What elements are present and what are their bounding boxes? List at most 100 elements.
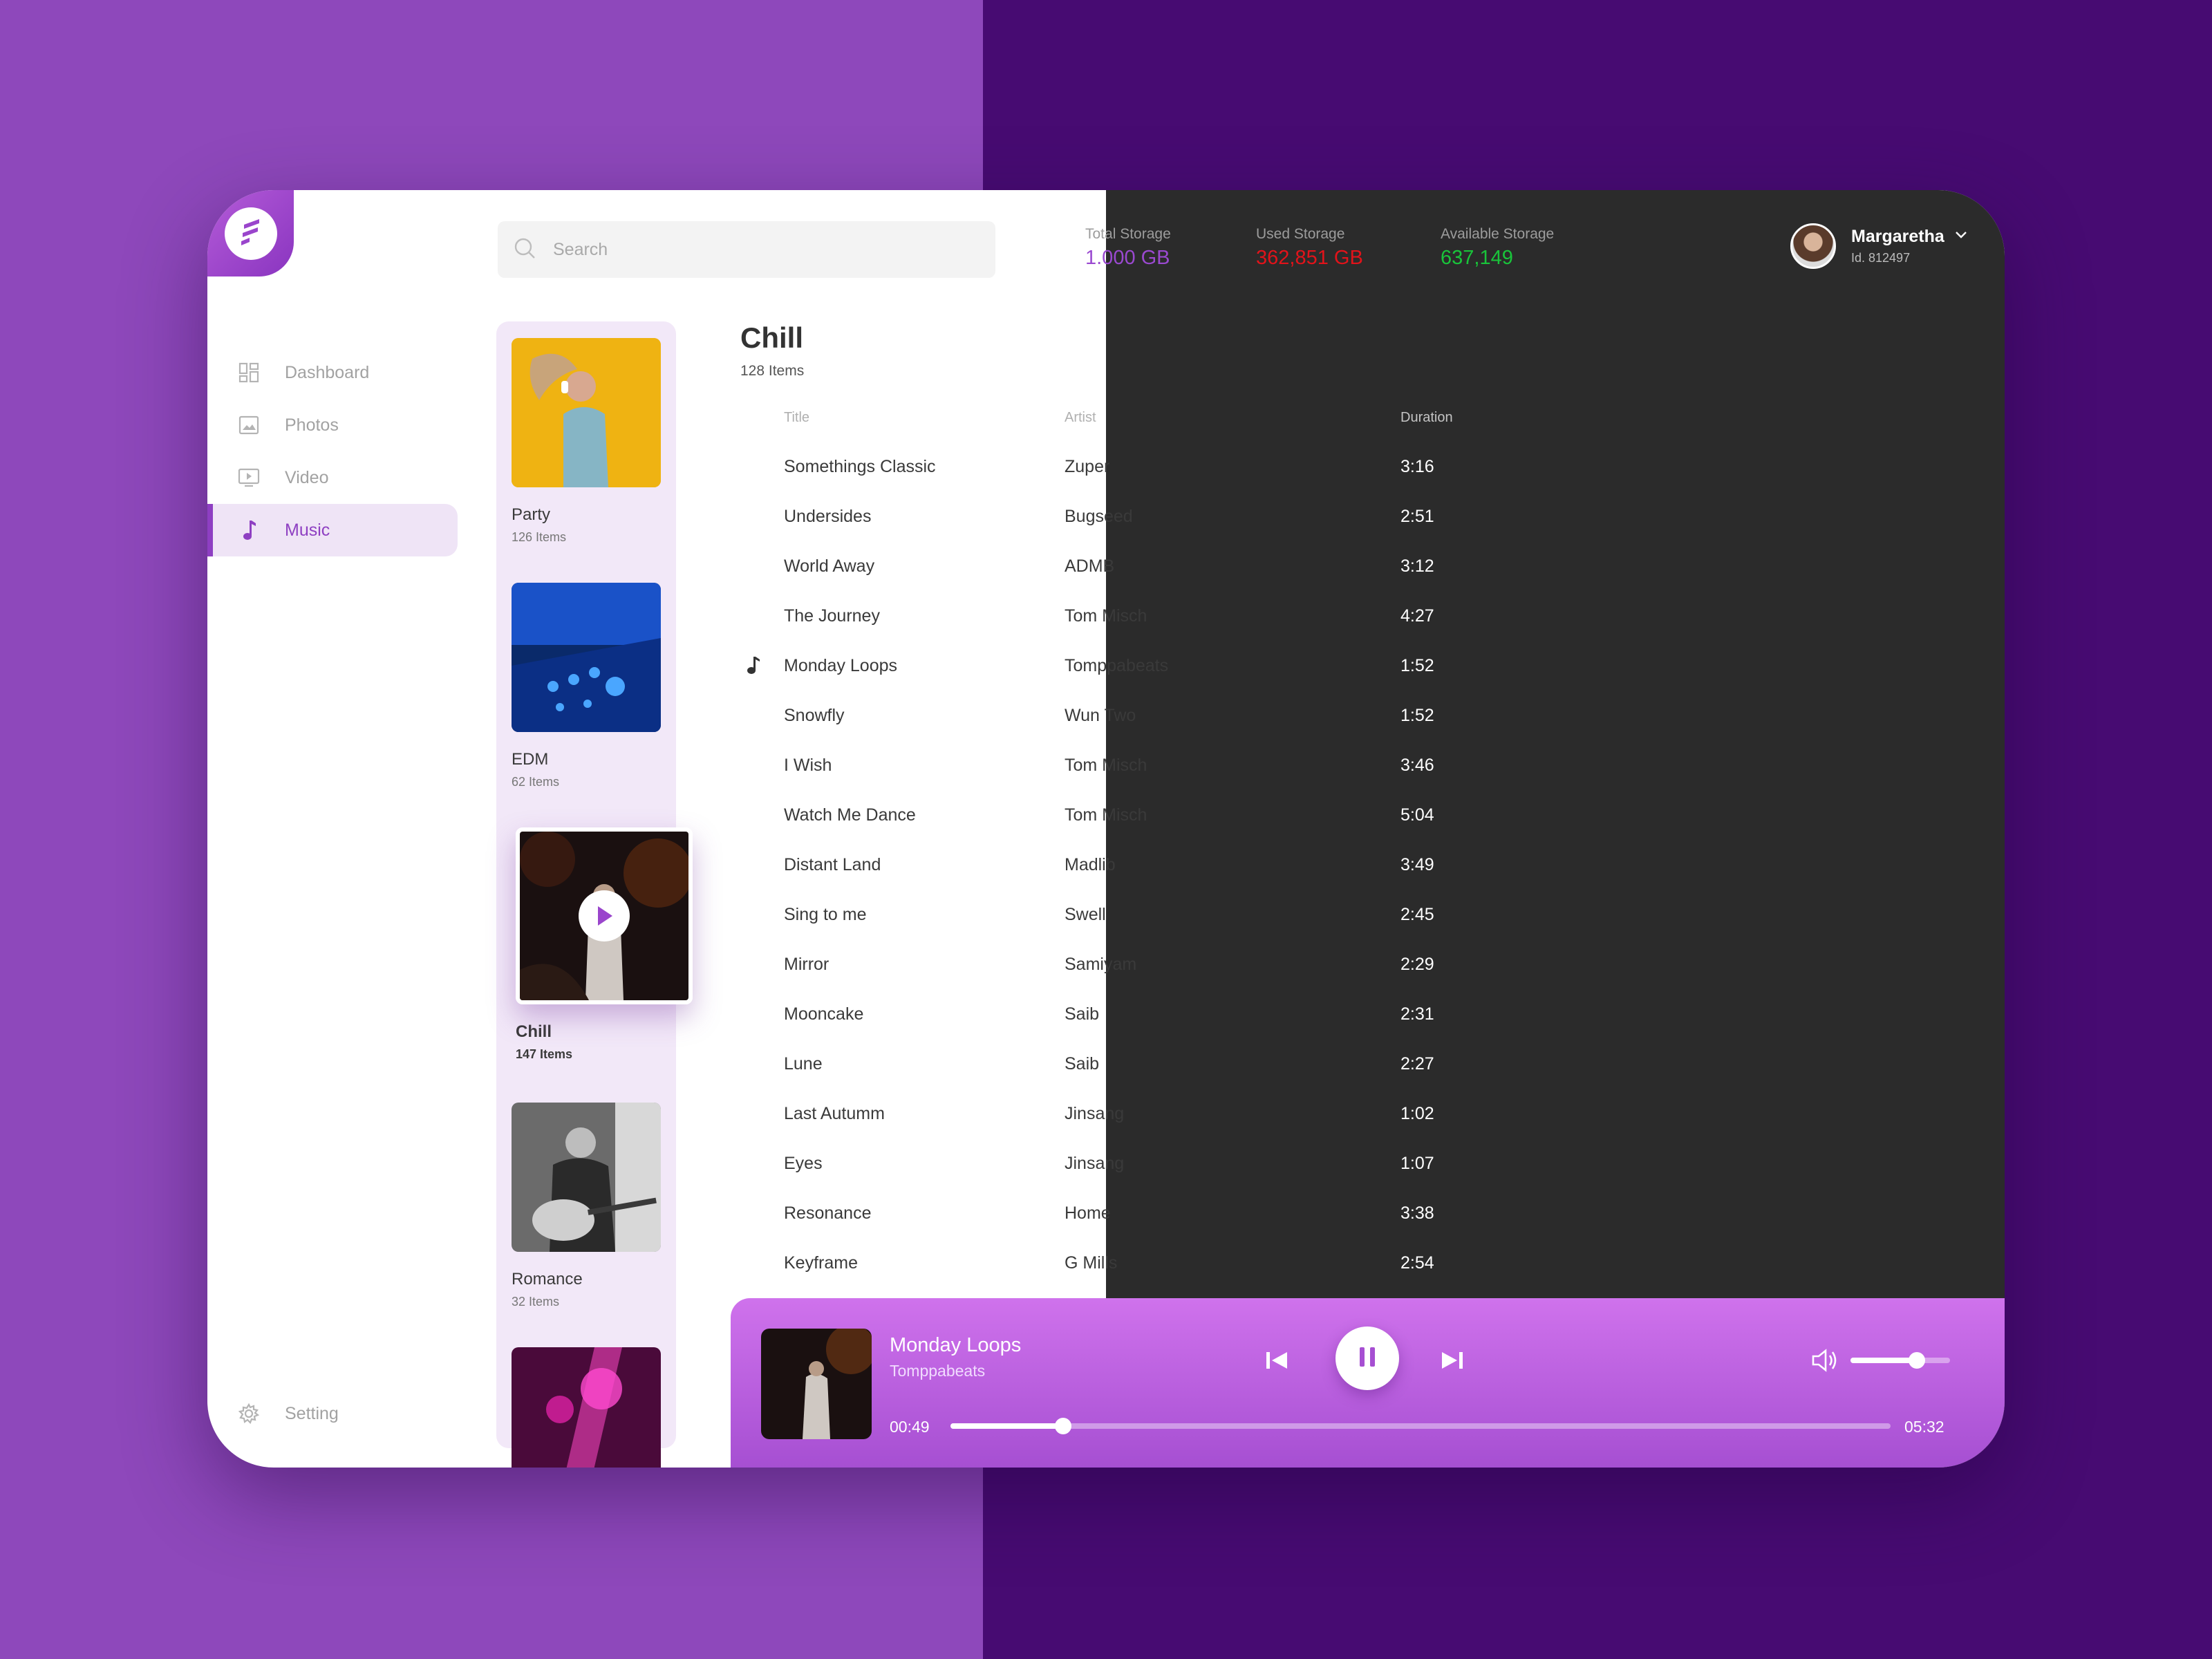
track-duration: 4:27 (1400, 606, 1434, 626)
track-title: I Wish (784, 756, 832, 775)
sidebar-item-setting[interactable]: Setting (207, 1393, 458, 1434)
sidebar-item-label: Photos (285, 415, 339, 435)
track-duration: 1:02 (1400, 1104, 1434, 1123)
track-title: Resonance (784, 1203, 872, 1223)
table-row[interactable]: I Wish Tom Misch 3:46 (740, 756, 1639, 805)
progress-handle[interactable] (1055, 1418, 1072, 1434)
next-track-icon[interactable] (1438, 1347, 1466, 1374)
table-row[interactable]: Undersides Bugseed 2:51 (740, 507, 1639, 556)
track-duration: 1:52 (1400, 706, 1434, 725)
track-artist: Saib (1065, 1004, 1100, 1024)
total-time: 05:32 (1904, 1418, 1944, 1436)
track-duration: 3:49 (1400, 855, 1434, 874)
available-storage-value: 637,149 (1441, 247, 1513, 269)
video-icon (238, 467, 260, 489)
track-title: Keyframe (784, 1253, 858, 1273)
track-artist: Saib (1065, 1054, 1100, 1074)
search-bar[interactable] (498, 221, 995, 278)
pause-button[interactable] (1335, 1327, 1399, 1390)
track-title: The Journey (784, 606, 880, 626)
setting-label: Setting (285, 1403, 339, 1423)
playlist-count: 32 Items (512, 1295, 560, 1309)
playlist-count: 126 Items (512, 530, 567, 544)
now-playing-icon (746, 655, 761, 679)
table-row[interactable]: The Journey Tom Misch 4:27 (740, 606, 1639, 656)
table-row[interactable]: Lune Saib 2:27 (740, 1054, 1639, 1104)
table-row[interactable]: Keyframe G Mills 2:54 (740, 1253, 1639, 1303)
avatar (1790, 223, 1836, 269)
playlist-count: 62 Items (512, 775, 560, 789)
playlist-item-count: 128 Items (740, 363, 805, 379)
track-title: Snowfly (784, 706, 845, 725)
playlist-name: Chill (516, 1022, 552, 1041)
table-row[interactable]: Resonance Home 3:38 (740, 1203, 1639, 1253)
playlist-card-romance[interactable]: Romance 32 Items (512, 1103, 661, 1309)
used-storage: Used Storage 362,851 GB (1256, 226, 1363, 270)
table-row[interactable]: Watch Me Dance Tom Misch 5:04 (740, 805, 1639, 855)
table-row[interactable]: Distant Land Madlib 3:49 (740, 855, 1639, 905)
track-artist: Home (1065, 1203, 1111, 1223)
column-header-duration[interactable]: Duration (1400, 410, 1453, 426)
playlist-cover (512, 1103, 661, 1252)
dashboard-icon (238, 362, 260, 384)
total-storage-label: Total Storage (1085, 226, 1171, 242)
now-playing-artist: Tomppabeats (890, 1362, 986, 1380)
track-artist: Samiyam (1065, 955, 1137, 974)
track-artist: Wun Two (1065, 706, 1136, 725)
column-header-title[interactable]: Title (784, 410, 809, 426)
volume-handle[interactable] (1909, 1352, 1926, 1369)
volume-icon[interactable] (1809, 1345, 1839, 1376)
playlist-card-party[interactable]: Party 126 Items (512, 338, 661, 545)
previous-track-icon[interactable] (1263, 1347, 1291, 1374)
table-row-playing[interactable]: Monday Loops Tomppabeats 1:52 (740, 656, 1639, 706)
app-logo[interactable] (207, 190, 294, 276)
now-playing-title: Monday Loops (890, 1334, 1022, 1356)
track-duration: 2:27 (1400, 1054, 1434, 1074)
sidebar-item-music[interactable]: Music (207, 504, 458, 556)
app-window: Dashboard Photos Video Music Setting Sea… (207, 190, 2005, 1468)
chevron-down-icon[interactable] (1954, 230, 1968, 243)
progress-bar[interactable] (950, 1418, 1891, 1434)
playlist-card-chill[interactable]: Chill 147 Items (516, 827, 693, 1062)
table-row[interactable]: Mirror Samiyam 2:29 (740, 955, 1639, 1004)
search-input[interactable] (553, 239, 968, 260)
sidebar-item-photos[interactable]: Photos (207, 399, 458, 451)
volume-slider[interactable] (1850, 1352, 1950, 1369)
track-title: Somethings Classic (784, 457, 936, 476)
table-row[interactable]: Last Autumm Jinsang 1:02 (740, 1104, 1639, 1154)
table-row[interactable]: Somethings Classic Zuper 3:16 (740, 457, 1639, 507)
sidebar-nav: Dashboard Photos Video Music (207, 346, 458, 556)
logo-icon (224, 207, 277, 260)
table-row[interactable]: Snowfly Wun Two 1:52 (740, 706, 1639, 756)
column-header-artist[interactable]: Artist (1065, 410, 1096, 426)
table-row[interactable]: Eyes Jinsang 1:07 (740, 1154, 1639, 1203)
search-icon (513, 236, 536, 263)
track-title: Distant Land (784, 855, 881, 874)
track-duration: 2:31 (1400, 1004, 1434, 1024)
used-storage-value: 362,851 GB (1256, 247, 1363, 269)
table-row[interactable]: Mooncake Saib 2:31 (740, 1004, 1639, 1054)
sidebar-item-video[interactable]: Video (207, 451, 458, 504)
play-icon[interactable] (579, 890, 630, 941)
table-row[interactable]: Sing to me Swell 2:45 (740, 905, 1639, 955)
pause-icon (1357, 1345, 1378, 1372)
elapsed-time: 00:49 (890, 1418, 930, 1436)
playlist-cover (512, 1347, 661, 1468)
playlist-name: EDM (512, 750, 549, 769)
table-row[interactable]: World Away ADMB 3:12 (740, 556, 1639, 606)
playlist-title: Chill (740, 321, 803, 354)
sidebar-item-dashboard[interactable]: Dashboard (207, 346, 458, 399)
track-artist: Zuper (1065, 457, 1110, 476)
track-artist: Jinsang (1065, 1154, 1125, 1173)
playlist-cover (516, 827, 693, 1004)
playlist-name: Romance (512, 1270, 583, 1288)
playlist-card-edm[interactable]: EDM 62 Items (512, 583, 661, 789)
playlist-card[interactable] (512, 1347, 661, 1468)
track-duration: 5:04 (1400, 805, 1434, 825)
available-storage: Available Storage 637,149 (1441, 226, 1554, 270)
track-artist: Tom Misch (1065, 756, 1147, 775)
track-title: Eyes (784, 1154, 823, 1173)
user-menu[interactable]: Margaretha Id. 812497 (1790, 223, 1968, 269)
available-storage-label: Available Storage (1441, 226, 1555, 242)
sidebar-item-label: Dashboard (285, 362, 370, 382)
